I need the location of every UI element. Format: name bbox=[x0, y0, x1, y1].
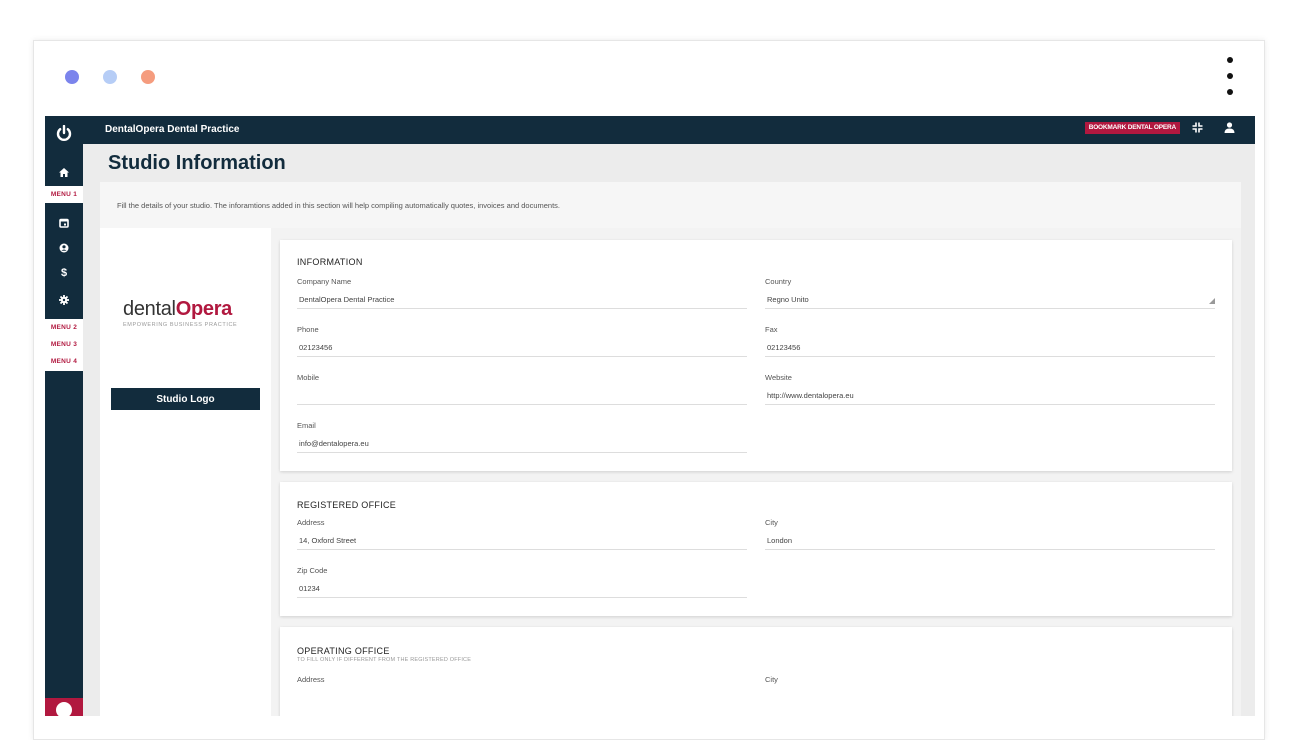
app-container: MENU 1 $ MENU 2 MENU 3 MENU 4 DentalOper… bbox=[45, 116, 1255, 716]
fax-field[interactable]: Fax 02123456 bbox=[765, 325, 1215, 357]
operating-city-field[interactable]: City bbox=[765, 675, 1215, 684]
fax-label: Fax bbox=[765, 325, 778, 334]
registered-city-input[interactable]: London bbox=[765, 536, 1215, 550]
logo-text-bold: Opera bbox=[175, 298, 233, 320]
calendar-icon[interactable] bbox=[45, 213, 83, 233]
website-input[interactable]: http://www.dentalopera.eu bbox=[765, 391, 1215, 405]
window-dot-orange bbox=[141, 70, 155, 84]
sidebar-menu-1[interactable]: MENU 1 bbox=[45, 186, 83, 203]
brand-logo: dentalOpera EMPOWERING BUSINESS PRACTICE bbox=[123, 298, 253, 328]
information-card: INFORMATION Company Name DentalOpera Den… bbox=[280, 240, 1232, 471]
zip-code-input[interactable]: 01234 bbox=[297, 584, 747, 598]
country-select[interactable]: Regno Unito bbox=[765, 295, 1215, 309]
sidebar: MENU 1 $ MENU 2 MENU 3 MENU 4 bbox=[45, 116, 83, 716]
power-icon[interactable] bbox=[45, 116, 83, 152]
page-title: Studio Information bbox=[108, 152, 286, 174]
registered-address-label: Address bbox=[297, 518, 325, 527]
top-bar: DentalOpera Dental Practice BOOKMARK DEN… bbox=[83, 116, 1255, 144]
zip-code-field[interactable]: Zip Code 01234 bbox=[297, 566, 747, 598]
registered-address-field[interactable]: Address 14, Oxford Street bbox=[297, 518, 747, 550]
website-field[interactable]: Website http://www.dentalopera.eu bbox=[765, 373, 1215, 405]
email-field[interactable]: Email info@dentalopera.eu bbox=[297, 421, 747, 453]
operating-city-label: City bbox=[765, 675, 778, 684]
company-name-label: Company Name bbox=[297, 277, 352, 286]
logo-tagline: EMPOWERING BUSINESS PRACTICE bbox=[123, 322, 238, 328]
intro-panel: Fill the details of your studio. The inf… bbox=[100, 182, 1241, 228]
email-label: Email bbox=[297, 421, 316, 430]
registered-office-heading: REGISTERED OFFICE bbox=[297, 500, 397, 510]
collapse-icon[interactable] bbox=[1192, 122, 1203, 136]
registered-city-field[interactable]: City London bbox=[765, 518, 1215, 550]
mobile-field[interactable]: Mobile bbox=[297, 373, 747, 405]
intro-text: Fill the details of your studio. The inf… bbox=[117, 201, 561, 210]
email-input[interactable]: info@dentalopera.eu bbox=[297, 439, 747, 453]
sidebar-menu-4[interactable]: MENU 4 bbox=[45, 353, 83, 370]
website-label: Website bbox=[765, 373, 792, 382]
studio-logo-button[interactable]: Studio Logo bbox=[111, 388, 260, 410]
operating-office-card: OPERATING OFFICE TO FILL ONLY IF DIFFERE… bbox=[280, 627, 1232, 716]
sidebar-menu-2[interactable]: MENU 2 bbox=[45, 319, 83, 336]
content-area: dentalOpera EMPOWERING BUSINESS PRACTICE… bbox=[100, 228, 1241, 716]
mobile-label: Mobile bbox=[297, 373, 320, 382]
information-heading: INFORMATION bbox=[297, 257, 363, 267]
operating-address-field[interactable]: Address bbox=[297, 675, 747, 684]
practice-title: DentalOpera Dental Practice bbox=[105, 124, 240, 135]
help-icon bbox=[56, 702, 72, 716]
country-label: Country bbox=[765, 277, 792, 286]
help-button[interactable] bbox=[45, 698, 83, 716]
registered-office-card: REGISTERED OFFICE Address 14, Oxford Str… bbox=[280, 482, 1232, 616]
country-field[interactable]: Country Regno Unito bbox=[765, 277, 1215, 309]
dollar-icon[interactable]: $ bbox=[45, 263, 83, 283]
registered-address-input[interactable]: 14, Oxford Street bbox=[297, 536, 747, 550]
select-caret-icon bbox=[1209, 298, 1215, 304]
phone-label: Phone bbox=[297, 325, 319, 334]
operating-office-heading: OPERATING OFFICE bbox=[297, 646, 390, 656]
fax-input[interactable]: 02123456 bbox=[765, 343, 1215, 357]
user-icon[interactable] bbox=[1224, 122, 1235, 136]
window-dot-lightblue bbox=[103, 70, 117, 84]
mobile-input[interactable] bbox=[297, 391, 747, 405]
registered-city-label: City bbox=[765, 518, 778, 527]
gear-icon[interactable] bbox=[45, 290, 83, 310]
more-options-icon[interactable] bbox=[1226, 57, 1234, 99]
zip-code-label: Zip Code bbox=[297, 566, 328, 575]
operating-address-label: Address bbox=[297, 675, 325, 684]
phone-input[interactable]: 02123456 bbox=[297, 343, 747, 357]
logo-column: dentalOpera EMPOWERING BUSINESS PRACTICE… bbox=[100, 228, 271, 716]
company-name-field[interactable]: Company Name DentalOpera Dental Practice bbox=[297, 277, 747, 309]
phone-field[interactable]: Phone 02123456 bbox=[297, 325, 747, 357]
window-dot-blue bbox=[65, 70, 79, 84]
user-circle-icon[interactable] bbox=[45, 238, 83, 258]
sidebar-menu-3[interactable]: MENU 3 bbox=[45, 336, 83, 353]
bookmark-button[interactable]: BOOKMARK DENTAL OPERA bbox=[1084, 122, 1180, 134]
logo-text-light: dental bbox=[123, 298, 176, 320]
company-name-input[interactable]: DentalOpera Dental Practice bbox=[297, 295, 747, 309]
operating-office-note: TO FILL ONLY IF DIFFERENT FROM THE REGIS… bbox=[297, 657, 472, 663]
home-icon[interactable] bbox=[45, 162, 83, 182]
